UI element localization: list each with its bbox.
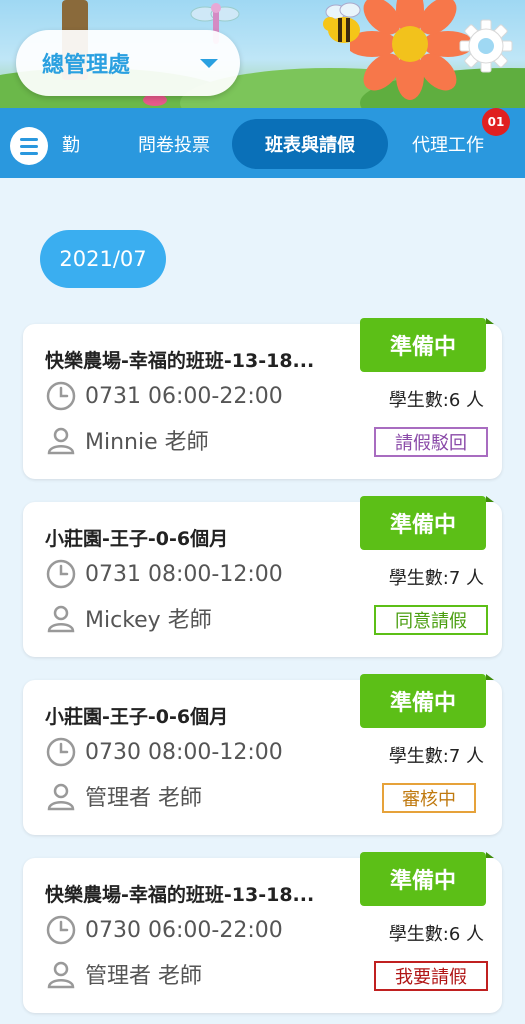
card-teacher: Mickey 老師 xyxy=(85,608,212,633)
student-count: 學生數:6 人 xyxy=(388,390,484,411)
bee-illustration xyxy=(323,2,361,43)
schedule-card[interactable]: 小莊園-王子-0-6個月 準備中 0731 08:00-12:00 Mickey 老師… xyxy=(23,496,502,657)
clock-icon xyxy=(46,559,76,589)
card-title: 小莊園-王子-0-6個月 xyxy=(45,528,229,550)
notification-badge: 01 xyxy=(482,108,510,136)
clock-icon xyxy=(46,381,76,411)
schedule-card[interactable]: 小莊園-王子-0-6個月 準備中 0730 08:00-12:00 管理者 老師 學生數… xyxy=(23,674,502,835)
card-time-row: 0731 06:00-22:00 xyxy=(45,380,283,412)
organization-select[interactable]: 總管理處 xyxy=(16,30,240,96)
organization-select-label: 總管理處 xyxy=(42,53,131,78)
card-title: 快樂農場-幸福的班班-13-18... xyxy=(45,884,315,906)
leave-action-button[interactable]: 同意請假 xyxy=(374,605,488,635)
leave-action-button[interactable]: 我要請假 xyxy=(374,961,488,991)
clock-icon xyxy=(46,915,76,945)
status-badge: 準備中 xyxy=(360,318,494,372)
schedule-card[interactable]: 快樂農場-幸福的班班-13-18... 準備中 0730 06:00-22:00 管理… xyxy=(23,852,502,1013)
month-pill[interactable]: 2021/07 xyxy=(40,230,166,288)
card-time: 0730 08:00-12:00 xyxy=(85,739,283,765)
card-time: 0731 06:00-22:00 xyxy=(85,383,283,409)
card-teacher: 管理者 老師 xyxy=(85,964,202,989)
tab-schedule-leave[interactable]: 班表與請假 xyxy=(232,119,388,169)
person-icon xyxy=(47,605,75,633)
header-banner: 總管理處 xyxy=(0,0,525,108)
card-title: 快樂農場-幸福的班班-13-18... xyxy=(45,350,315,372)
status-badge: 準備中 xyxy=(360,674,494,728)
status-badge: 準備中 xyxy=(360,852,494,906)
gear-icon[interactable] xyxy=(458,18,514,74)
caret-down-icon xyxy=(200,58,218,68)
card-time: 0731 08:00-12:00 xyxy=(85,561,283,587)
card-time: 0730 06:00-22:00 xyxy=(85,917,283,943)
card-teacher-row: Mickey 老師 xyxy=(45,602,212,634)
tab-agent-work[interactable]: 代理工作 xyxy=(400,119,496,169)
status-badge: 準備中 xyxy=(360,496,494,550)
person-icon xyxy=(47,783,75,811)
card-title: 小莊園-王子-0-6個月 xyxy=(45,706,229,728)
student-count: 學生數:7 人 xyxy=(388,746,484,767)
hamburger-icon[interactable] xyxy=(10,127,48,165)
card-time-row: 0730 06:00-22:00 xyxy=(45,914,283,946)
person-icon xyxy=(47,427,75,455)
card-time-row: 0730 08:00-12:00 xyxy=(45,736,283,768)
leave-action-button[interactable]: 審核中 xyxy=(382,783,476,813)
leave-action-button[interactable]: 請假駁回 xyxy=(374,427,488,457)
card-time-row: 0731 08:00-12:00 xyxy=(45,558,283,590)
card-teacher: Minnie 老師 xyxy=(85,430,209,455)
card-teacher: 管理者 老師 xyxy=(85,786,202,811)
person-icon xyxy=(47,961,75,989)
student-count: 學生數:7 人 xyxy=(388,568,484,589)
card-teacher-row: 管理者 老師 xyxy=(45,780,202,812)
tab-survey[interactable]: 問卷投票 xyxy=(128,119,220,169)
card-teacher-row: 管理者 老師 xyxy=(45,958,202,990)
tab-bar: 勤 問卷投票 班表與請假 代理工作 01 xyxy=(0,108,525,178)
tab-attendance[interactable]: 勤 xyxy=(56,119,86,169)
clock-icon xyxy=(46,737,76,767)
schedule-card[interactable]: 快樂農場-幸福的班班-13-18... 準備中 0731 06:00-22:00 Mi… xyxy=(23,318,502,479)
card-teacher-row: Minnie 老師 xyxy=(45,424,209,456)
student-count: 學生數:6 人 xyxy=(388,924,484,945)
